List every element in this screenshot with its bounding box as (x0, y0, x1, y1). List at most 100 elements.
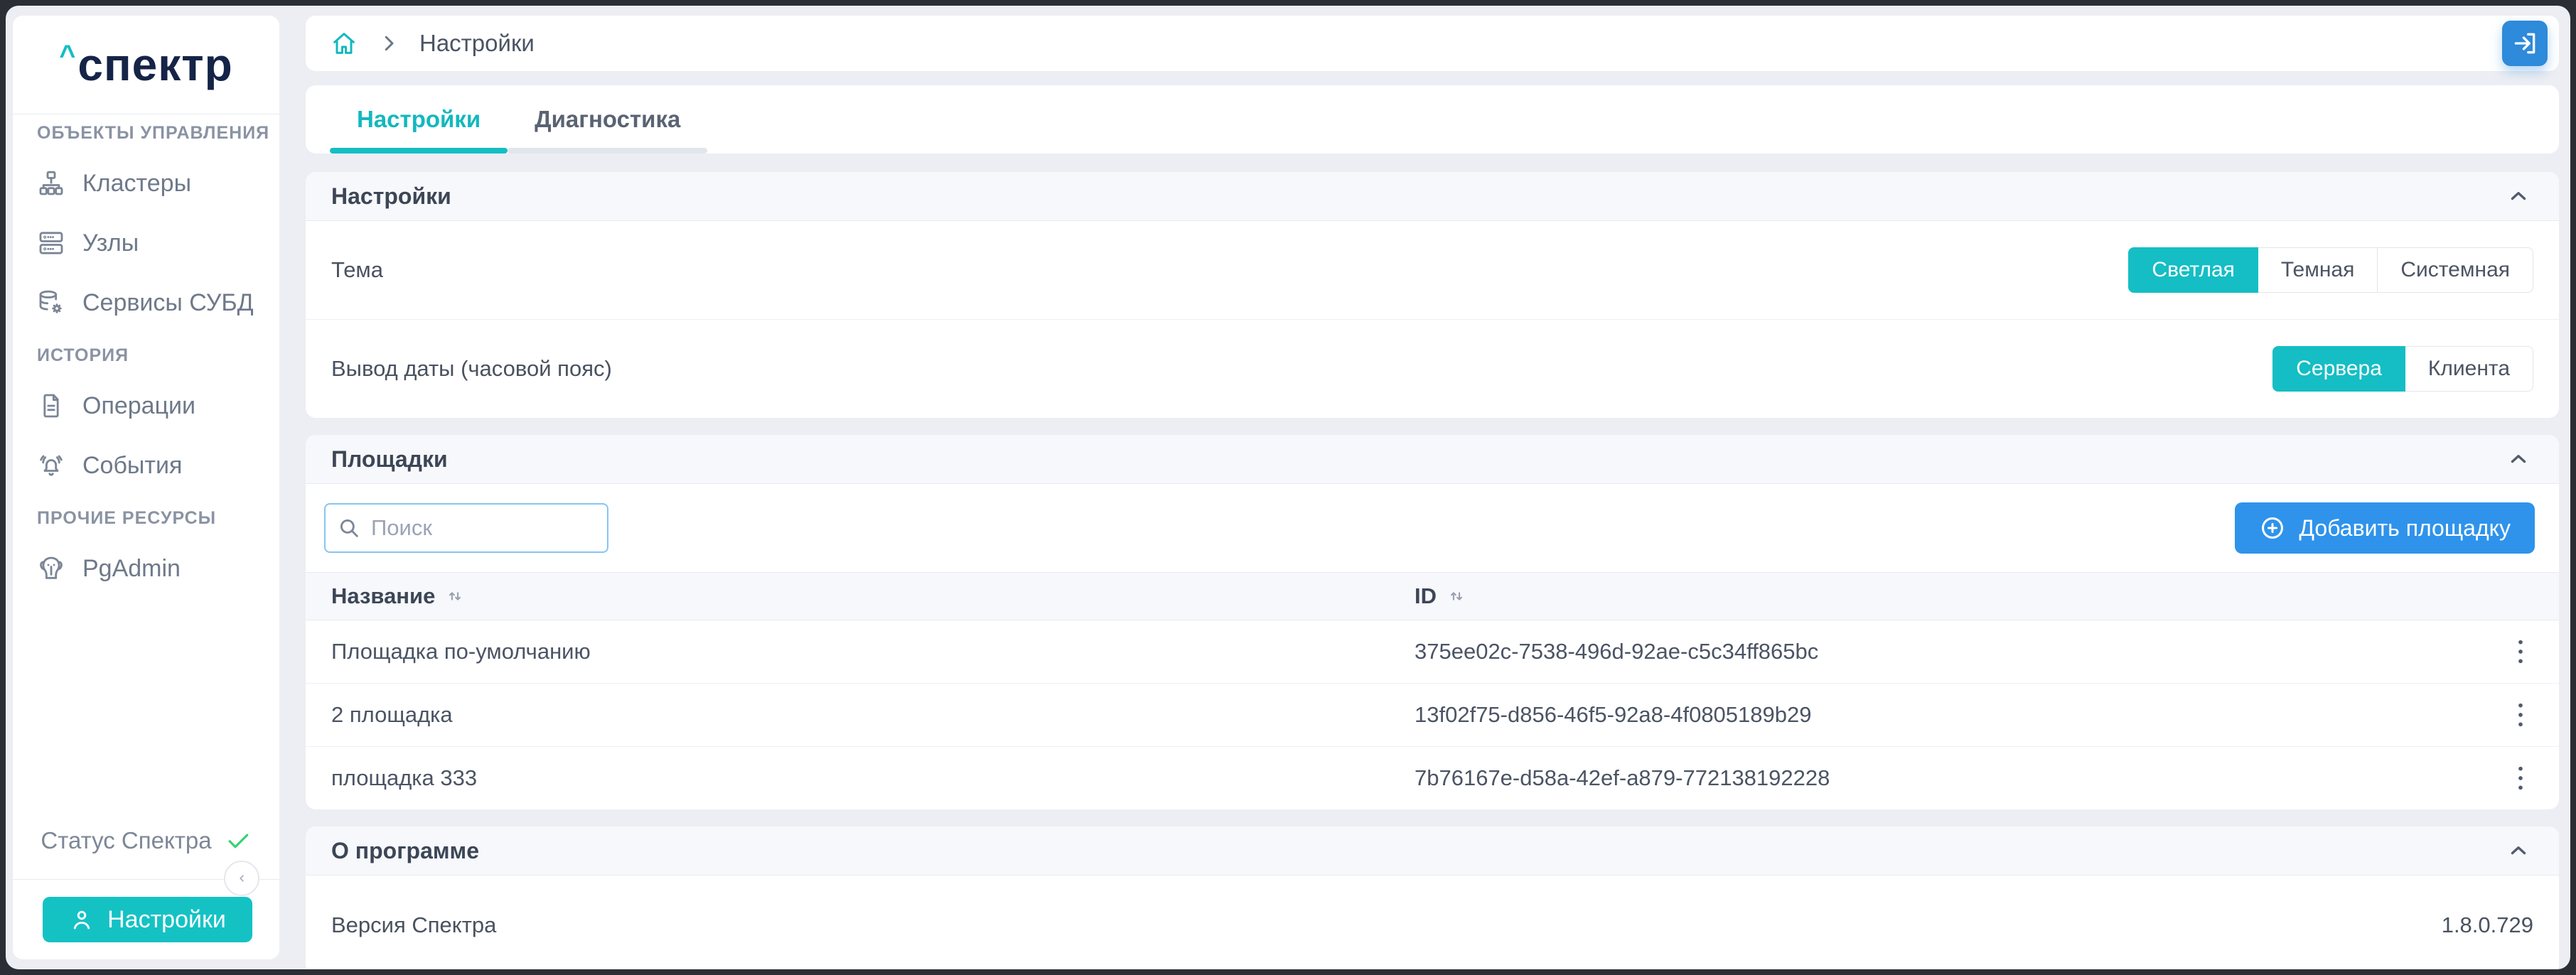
breadcrumb-current: Настройки (419, 30, 535, 57)
elephant-icon (37, 554, 65, 583)
section-title: Настройки (331, 183, 451, 210)
section-title: Площадки (331, 446, 448, 473)
sidebar-item-label: Операции (82, 392, 195, 420)
sidebar-section-objects: ОБЪЕКТЫ УПРАВЛЕНИЯ (37, 123, 279, 144)
plus-circle-icon (2259, 515, 2286, 542)
sites-section-header: Площадки (306, 435, 2559, 484)
user-icon (69, 907, 95, 932)
sidebar-item-label: События (82, 452, 182, 480)
section-title: О программе (331, 838, 479, 864)
chevron-left-icon (234, 871, 249, 886)
kebab-icon (2517, 637, 2524, 666)
logo-text: спектр (77, 39, 232, 90)
timezone-label: Вывод даты (часовой пояс) (331, 356, 612, 382)
theme-label: Тема (331, 257, 383, 283)
sidebar-item-label: PgAdmin (82, 555, 181, 583)
search-icon (337, 516, 361, 540)
sidebar-settings-button[interactable]: Настройки (43, 897, 252, 942)
breadcrumb: Настройки (306, 16, 2559, 71)
document-icon (37, 392, 65, 420)
theme-option-system[interactable]: Системная (2377, 247, 2533, 293)
column-label: Название (331, 583, 435, 609)
tabs-bar: Настройки Диагностика (306, 85, 2559, 153)
version-row: Версия Спектра 1.8.0.729 (306, 876, 2559, 969)
timezone-option-client[interactable]: Клиента (2405, 346, 2533, 392)
site-id: 375ee02c-7538-496d-92ae-c5c34ff865bc (1415, 639, 2508, 664)
spektr-status: Статус Спектра (13, 827, 279, 854)
search-input[interactable] (324, 503, 608, 553)
table-row: Площадка по-умолчанию 375ee02c-7538-496d… (306, 620, 2559, 684)
settings-section: Настройки Тема Светлая Темная Системная … (306, 172, 2559, 418)
version-value: 1.8.0.729 (2442, 912, 2533, 938)
settings-section-header: Настройки (306, 172, 2559, 221)
sidebar-item-label: Сервисы СУБД (82, 289, 254, 317)
sidebar: ^спектр ОБЪЕКТЫ УПРАВЛЕНИЯ Кластеры Узлы… (13, 16, 279, 959)
row-menu-button[interactable] (2508, 636, 2533, 667)
timezone-segmented-control: Сервера Клиента (2272, 346, 2533, 392)
kebab-icon (2517, 764, 2524, 792)
tab-underline (330, 148, 508, 153)
sidebar-settings-label: Настройки (107, 906, 226, 934)
sort-icon (445, 586, 465, 606)
check-icon (225, 827, 252, 854)
add-site-button[interactable]: Добавить площадку (2235, 502, 2535, 554)
tab-label: Диагностика (535, 106, 680, 133)
column-header-id[interactable]: ID (1415, 583, 2508, 609)
home-icon[interactable] (330, 29, 358, 58)
database-gear-icon (37, 289, 65, 317)
chevron-right-icon (378, 33, 399, 54)
version-label: Версия Спектра (331, 912, 496, 938)
sidebar-item-operations[interactable]: Операции (13, 376, 279, 436)
sites-toolbar: Добавить площадку (306, 484, 2559, 572)
theme-segmented-control: Светлая Темная Системная (2128, 247, 2533, 293)
servers-icon (37, 229, 65, 257)
sites-section: Площадки Добавить площадку Название (306, 435, 2559, 809)
main-area: Настройки Настройки Диагностика Настройк… (306, 16, 2559, 969)
sidebar-section-other: ПРОЧИЕ РЕСУРСЫ (37, 508, 279, 529)
row-menu-button[interactable] (2508, 699, 2533, 731)
sidebar-item-clusters[interactable]: Кластеры (13, 153, 279, 213)
timezone-setting-row: Вывод даты (часовой пояс) Сервера Клиент… (306, 320, 2559, 418)
sidebar-item-events[interactable]: События (13, 436, 279, 495)
site-name: Площадка по-умолчанию (331, 639, 1415, 664)
add-site-label: Добавить площадку (2299, 515, 2511, 542)
sidebar-collapse-button[interactable] (224, 861, 259, 896)
sidebar-item-pgadmin[interactable]: PgAdmin (13, 539, 279, 598)
about-section-header: О программе (306, 826, 2559, 876)
tab-label: Настройки (357, 106, 481, 133)
login-icon (2511, 30, 2538, 57)
chevron-up-icon[interactable] (2506, 839, 2531, 863)
theme-setting-row: Тема Светлая Темная Системная (306, 221, 2559, 320)
tab-settings[interactable]: Настройки (330, 85, 508, 153)
sidebar-item-db-services[interactable]: Сервисы СУБД (13, 273, 279, 333)
column-label: ID (1415, 583, 1437, 609)
about-section: О программе Версия Спектра 1.8.0.729 (306, 826, 2559, 969)
search-box (324, 503, 608, 553)
sites-table-header: Название ID (306, 572, 2559, 620)
logo-caret: ^ (59, 40, 76, 71)
sort-icon (1447, 586, 1466, 606)
site-id: 7b76167e-d58a-42ef-a879-772138192228 (1415, 765, 2508, 791)
theme-option-dark[interactable]: Темная (2258, 247, 2378, 293)
theme-option-light[interactable]: Светлая (2128, 247, 2258, 293)
column-header-name[interactable]: Название (331, 583, 1415, 609)
cluster-icon (37, 169, 65, 198)
chevron-up-icon[interactable] (2506, 447, 2531, 471)
app-window: ^спектр ОБЪЕКТЫ УПРАВЛЕНИЯ Кластеры Узлы… (6, 6, 2570, 969)
sidebar-item-label: Кластеры (82, 170, 191, 198)
bell-icon (37, 451, 65, 480)
chevron-up-icon[interactable] (2506, 184, 2531, 208)
table-row: площадка 333 7b76167e-d58a-42ef-a879-772… (306, 747, 2559, 809)
spektr-status-label: Статус Спектра (41, 827, 211, 854)
logo: ^спектр (13, 16, 279, 114)
login-button[interactable] (2502, 21, 2548, 66)
timezone-option-server[interactable]: Сервера (2272, 346, 2405, 392)
row-menu-button[interactable] (2508, 763, 2533, 794)
sidebar-item-nodes[interactable]: Узлы (13, 213, 279, 273)
sidebar-item-label: Узлы (82, 230, 139, 257)
site-name: 2 площадка (331, 702, 1415, 728)
site-id: 13f02f75-d856-46f5-92a8-4f0805189b29 (1415, 702, 2508, 728)
tab-diagnostics[interactable]: Диагностика (508, 85, 707, 153)
table-row: 2 площадка 13f02f75-d856-46f5-92a8-4f080… (306, 684, 2559, 747)
kebab-icon (2517, 701, 2524, 729)
